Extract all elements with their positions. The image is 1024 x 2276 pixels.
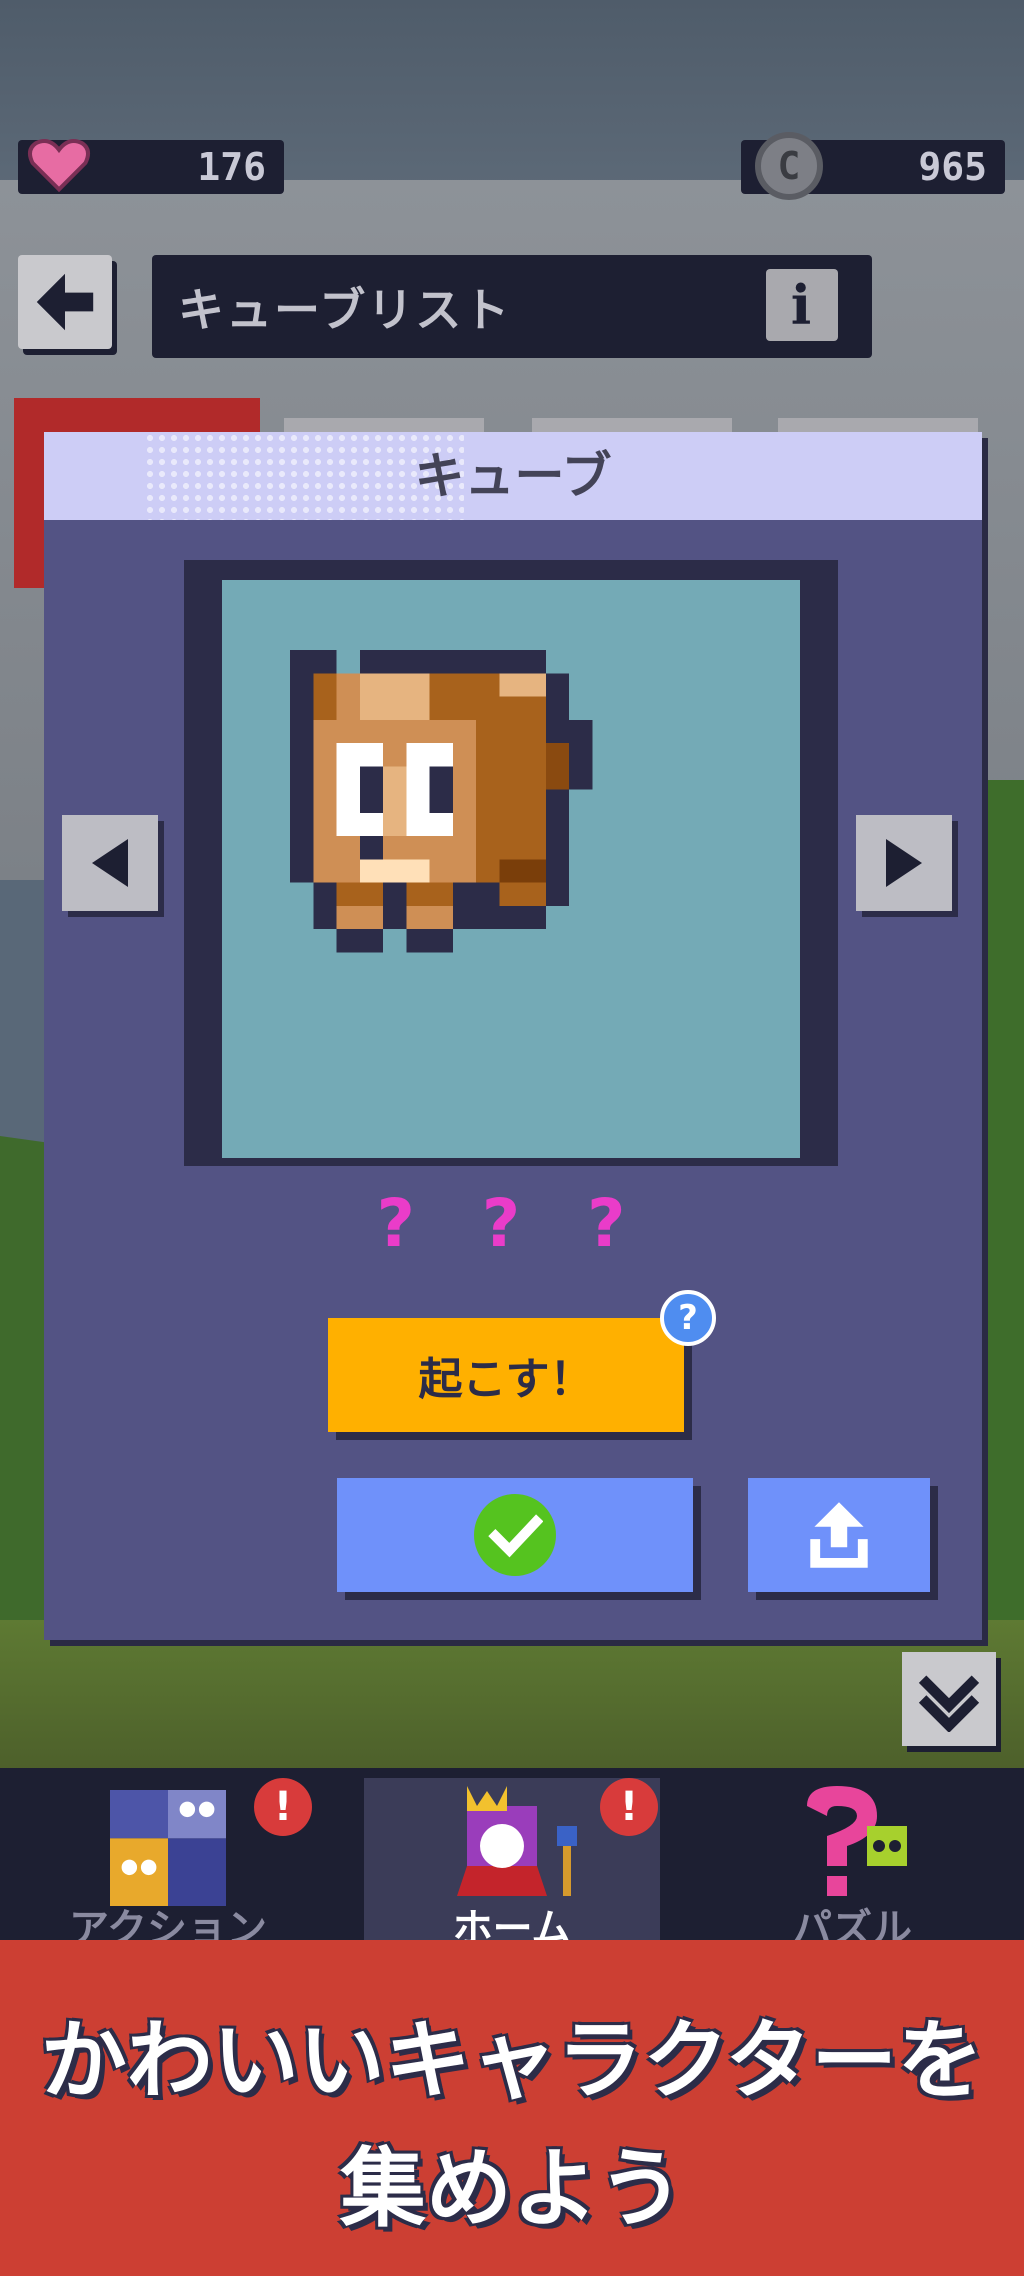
nav-tab-puzzle[interactable]: パズル: [704, 1778, 1000, 1958]
ground: [0, 1620, 1024, 1780]
coins-counter: C 965: [741, 132, 1005, 200]
nav-tab-home[interactable]: ! ホーム: [364, 1778, 660, 1958]
help-badge[interactable]: ?: [660, 1290, 716, 1346]
right-arrow-icon: [886, 839, 922, 887]
next-cube-button[interactable]: [856, 815, 952, 911]
coins-value: 965: [918, 145, 987, 189]
character-sprite: [290, 650, 593, 953]
bottom-nav: ! アクション ! ホーム パズル: [0, 1768, 1024, 1968]
home-icon: [457, 1786, 577, 1896]
back-button[interactable]: [18, 255, 112, 349]
modal-title: キューブ: [414, 447, 612, 505]
share-icon: [810, 1502, 868, 1568]
character-name: ? ? ?: [376, 1185, 648, 1262]
banner-line-2: 集めよう: [340, 2139, 684, 2239]
wake-button[interactable]: 起こす！: [328, 1318, 684, 1432]
page-title-bar: キューブリスト i: [152, 255, 872, 358]
confirm-button[interactable]: [337, 1478, 693, 1592]
hearts-counter: 176: [18, 139, 284, 194]
cube-detail-modal: キューブ: [44, 432, 982, 1640]
chevron-down-icon: [918, 1675, 980, 1732]
action-icon: [110, 1790, 226, 1906]
banner-line-1: かわいいキャラクターを: [40, 2011, 984, 2111]
collapse-button[interactable]: [902, 1652, 996, 1746]
previous-cube-button[interactable]: [62, 815, 158, 911]
modal-header: キューブ: [44, 432, 982, 520]
character-portrait: [222, 580, 800, 1158]
home-alert-badge: !: [600, 1778, 658, 1836]
info-icon: i: [790, 273, 814, 337]
puzzle-icon: [807, 1786, 907, 1896]
back-arrow-icon: [36, 273, 94, 331]
left-arrow-icon: [92, 839, 128, 887]
hearts-value: 176: [197, 145, 266, 189]
character-frame: [184, 560, 838, 1166]
info-button[interactable]: i: [766, 269, 838, 341]
check-mark: [488, 1514, 543, 1558]
action-alert-badge: !: [254, 1778, 312, 1836]
coin-icon: C: [755, 132, 823, 200]
promo-banner: かわいいキャラクターを 集めよう: [0, 1940, 1024, 2276]
share-button[interactable]: [748, 1478, 930, 1592]
heart-icon: [27, 139, 91, 193]
nav-tab-action[interactable]: ! アクション: [20, 1778, 316, 1958]
check-icon: [474, 1494, 556, 1576]
page-title: キューブリスト: [178, 282, 512, 337]
